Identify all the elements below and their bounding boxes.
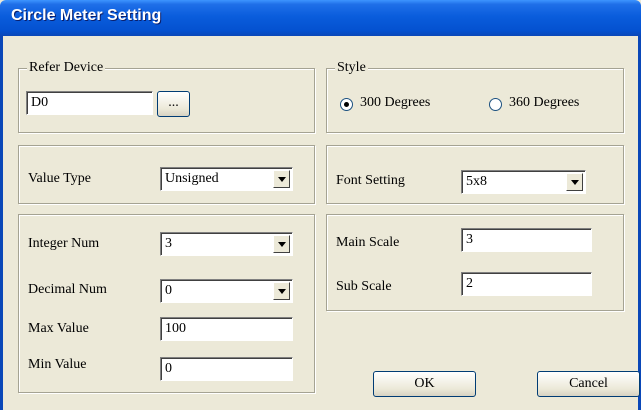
refer-device-field[interactable]: D0 (26, 91, 153, 115)
max-value-field[interactable]: 100 (160, 317, 293, 341)
ok-button[interactable]: OK (373, 371, 476, 397)
decimal-num-label: Decimal Num (28, 282, 107, 297)
radio-360-label[interactable]: 360 Degrees (509, 94, 579, 112)
chevron-down-icon[interactable] (273, 235, 290, 253)
min-value-label: Min Value (28, 357, 87, 372)
browse-device-button[interactable]: ... (157, 91, 190, 117)
main-scale-field[interactable]: 3 (461, 228, 592, 252)
chevron-down-icon[interactable] (273, 170, 290, 188)
sub-scale-field[interactable]: 2 (461, 272, 592, 296)
font-setting-value: 5x8 (466, 174, 487, 189)
decimal-num-select[interactable]: 0 (160, 279, 293, 303)
value-type-value: Unsigned (165, 171, 219, 186)
sub-scale-label: Sub Scale (336, 279, 392, 294)
window-frame-left (0, 36, 3, 410)
chevron-down-icon[interactable] (273, 282, 290, 300)
cancel-button[interactable]: Cancel (537, 371, 640, 397)
radio-300-degrees[interactable] (340, 98, 353, 111)
font-setting-label: Font Setting (336, 173, 405, 188)
radio-360-degrees[interactable] (489, 98, 502, 111)
title-bar[interactable]: Circle Meter Setting (0, 0, 641, 36)
radio-300-label[interactable]: 300 Degrees (360, 94, 430, 112)
value-type-label: Value Type (28, 171, 91, 186)
window-title: Circle Meter Setting (11, 7, 162, 24)
min-value-field[interactable]: 0 (160, 357, 293, 381)
max-value-label: Max Value (28, 321, 89, 336)
refer-device-legend: Refer Device (27, 60, 106, 76)
integer-num-select[interactable]: 3 (160, 232, 293, 256)
chevron-down-icon[interactable] (566, 173, 583, 191)
value-type-select[interactable]: Unsigned (160, 167, 293, 191)
style-legend: Style (335, 60, 368, 76)
integer-num-label: Integer Num (28, 236, 100, 251)
main-scale-label: Main Scale (336, 235, 400, 250)
integer-num-value: 3 (165, 236, 172, 251)
font-setting-select[interactable]: 5x8 (461, 170, 586, 194)
decimal-num-value: 0 (165, 283, 172, 298)
